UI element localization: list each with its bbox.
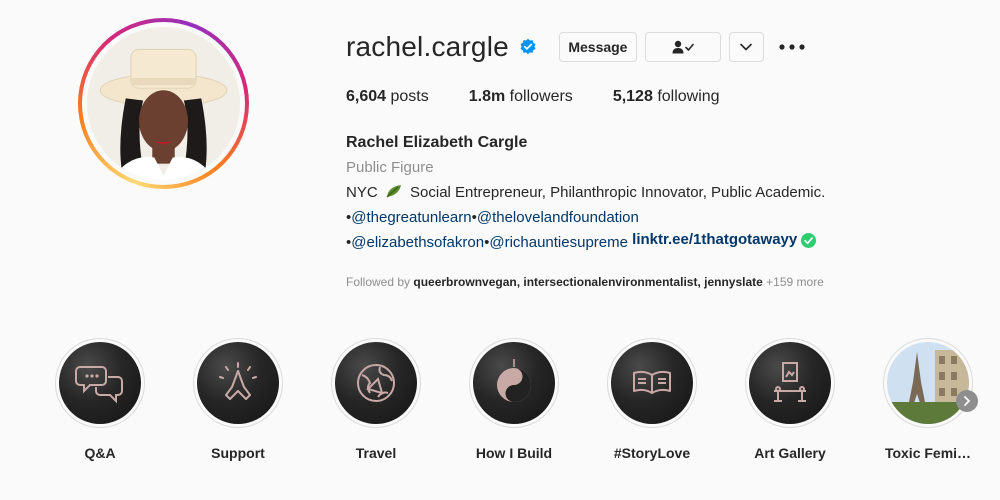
- highlight-label: Toxic Femi…: [884, 445, 972, 461]
- message-button[interactable]: Message: [558, 32, 637, 62]
- bio-line-2: •@thegreatunlearn•@thelovelandfoundation: [346, 205, 946, 230]
- highlight-label: Art Gallery: [754, 445, 826, 461]
- profile-header-row: rachel.cargle Message: [346, 28, 806, 66]
- posts-count: 6,604: [346, 88, 387, 105]
- highlight-cover: [611, 342, 693, 424]
- following-stat[interactable]: 5,128 following: [613, 88, 720, 106]
- highlight-label: Q&A: [84, 445, 116, 461]
- followed-by-names: queerbrownvegan, intersectionalenvironme…: [413, 275, 763, 289]
- highlight-ring: [607, 338, 697, 428]
- user-check-icon: [672, 40, 694, 54]
- bio-description: Social Entrepreneur, Philanthropic Innov…: [410, 184, 826, 201]
- bio-line-3: •@elizabethsofakron•@richauntiesupreme l…: [346, 230, 946, 255]
- posts-label: posts: [390, 88, 429, 105]
- highlight-label: Support: [211, 445, 265, 461]
- leaf-icon: [386, 185, 401, 198]
- highlight-label: #StoryLove: [613, 445, 691, 461]
- highlight-cover: [887, 342, 969, 424]
- highlights-next-button[interactable]: [956, 390, 978, 412]
- external-link[interactable]: linktr.ee/1thatgotawayy: [632, 231, 797, 248]
- followers-stat[interactable]: 1.8m followers: [469, 88, 573, 106]
- highlight-ring: [193, 338, 283, 428]
- highlight-ring: [331, 338, 421, 428]
- profile-bio: Rachel Elizabeth Cargle Public Figure NY…: [346, 130, 946, 255]
- followed-by-prefix: Followed by: [346, 275, 411, 289]
- highlight-ring: [883, 338, 973, 428]
- highlight-cover: [335, 342, 417, 424]
- profile-stats: 6,604 posts 1.8m followers 5,128 followi…: [346, 88, 760, 106]
- highlight-item[interactable]: Q&A: [40, 338, 160, 461]
- highlight-item[interactable]: Support: [178, 338, 298, 461]
- highlight-ring: [55, 338, 145, 428]
- globe-icon: [357, 364, 395, 402]
- avatar-inner: [82, 22, 245, 185]
- highlight-label: How I Build: [475, 445, 553, 461]
- avatar[interactable]: [87, 27, 240, 180]
- praying-hands-icon: [219, 362, 257, 400]
- highlight-item[interactable]: #StoryLove: [592, 338, 712, 461]
- chevron-right-icon: [964, 396, 970, 406]
- followers-label: followers: [509, 88, 573, 105]
- verified-badge-icon: [520, 38, 536, 55]
- profile-avatar-ring[interactable]: [78, 18, 249, 189]
- story-highlights: Q&A Support Travel How I Build #StoryLov…: [0, 338, 1000, 468]
- highlight-item[interactable]: Art Gallery: [730, 338, 850, 461]
- highlight-label: Travel: [355, 445, 397, 461]
- chat-bubbles-icon: [75, 366, 123, 404]
- following-count: 5,128: [612, 88, 653, 105]
- more-dots-icon: [779, 44, 805, 50]
- highlight-cover: [473, 342, 555, 424]
- highlight-item[interactable]: Travel: [316, 338, 436, 461]
- full-name: Rachel Elizabeth Cargle: [346, 134, 528, 151]
- username: rachel.cargle: [346, 31, 509, 62]
- highlight-cover: [749, 342, 831, 424]
- open-book-icon: [633, 370, 671, 394]
- followed-by-more: +159 more: [766, 275, 824, 289]
- mention-link[interactable]: @thelovelandfoundation: [477, 209, 639, 226]
- following-button[interactable]: [644, 32, 721, 62]
- highlight-ring: [745, 338, 835, 428]
- mention-link[interactable]: @thegreatunlearn: [351, 209, 471, 226]
- gallery-frame-icon: [774, 362, 806, 402]
- paris-photo: [887, 342, 969, 424]
- highlight-ring: [469, 338, 559, 428]
- category-label: Public Figure: [346, 159, 434, 176]
- followers-count: 1.8m: [468, 88, 506, 105]
- chevron-down-icon: [740, 43, 753, 51]
- avatar-photo: [87, 27, 240, 180]
- highlight-cover: [59, 342, 141, 424]
- followed-by[interactable]: Followed by queerbrownvegan, intersectio…: [346, 275, 824, 289]
- bio-location: NYC: [346, 184, 378, 201]
- following-label: following: [657, 88, 720, 105]
- yin-yang-icon: [497, 359, 531, 402]
- posts-stat: 6,604 posts: [346, 88, 429, 106]
- bio-line-1: NYC Social Entrepreneur, Philanthropic I…: [346, 180, 946, 205]
- highlight-item[interactable]: How I Build: [454, 338, 574, 461]
- highlight-cover: [197, 342, 279, 424]
- green-check-icon: [801, 233, 817, 248]
- mention-link[interactable]: @elizabethsofakron: [351, 234, 484, 251]
- more-options-button[interactable]: [778, 32, 806, 62]
- mention-link[interactable]: @richauntiesupreme: [489, 234, 628, 251]
- suggested-accounts-button[interactable]: [728, 32, 764, 62]
